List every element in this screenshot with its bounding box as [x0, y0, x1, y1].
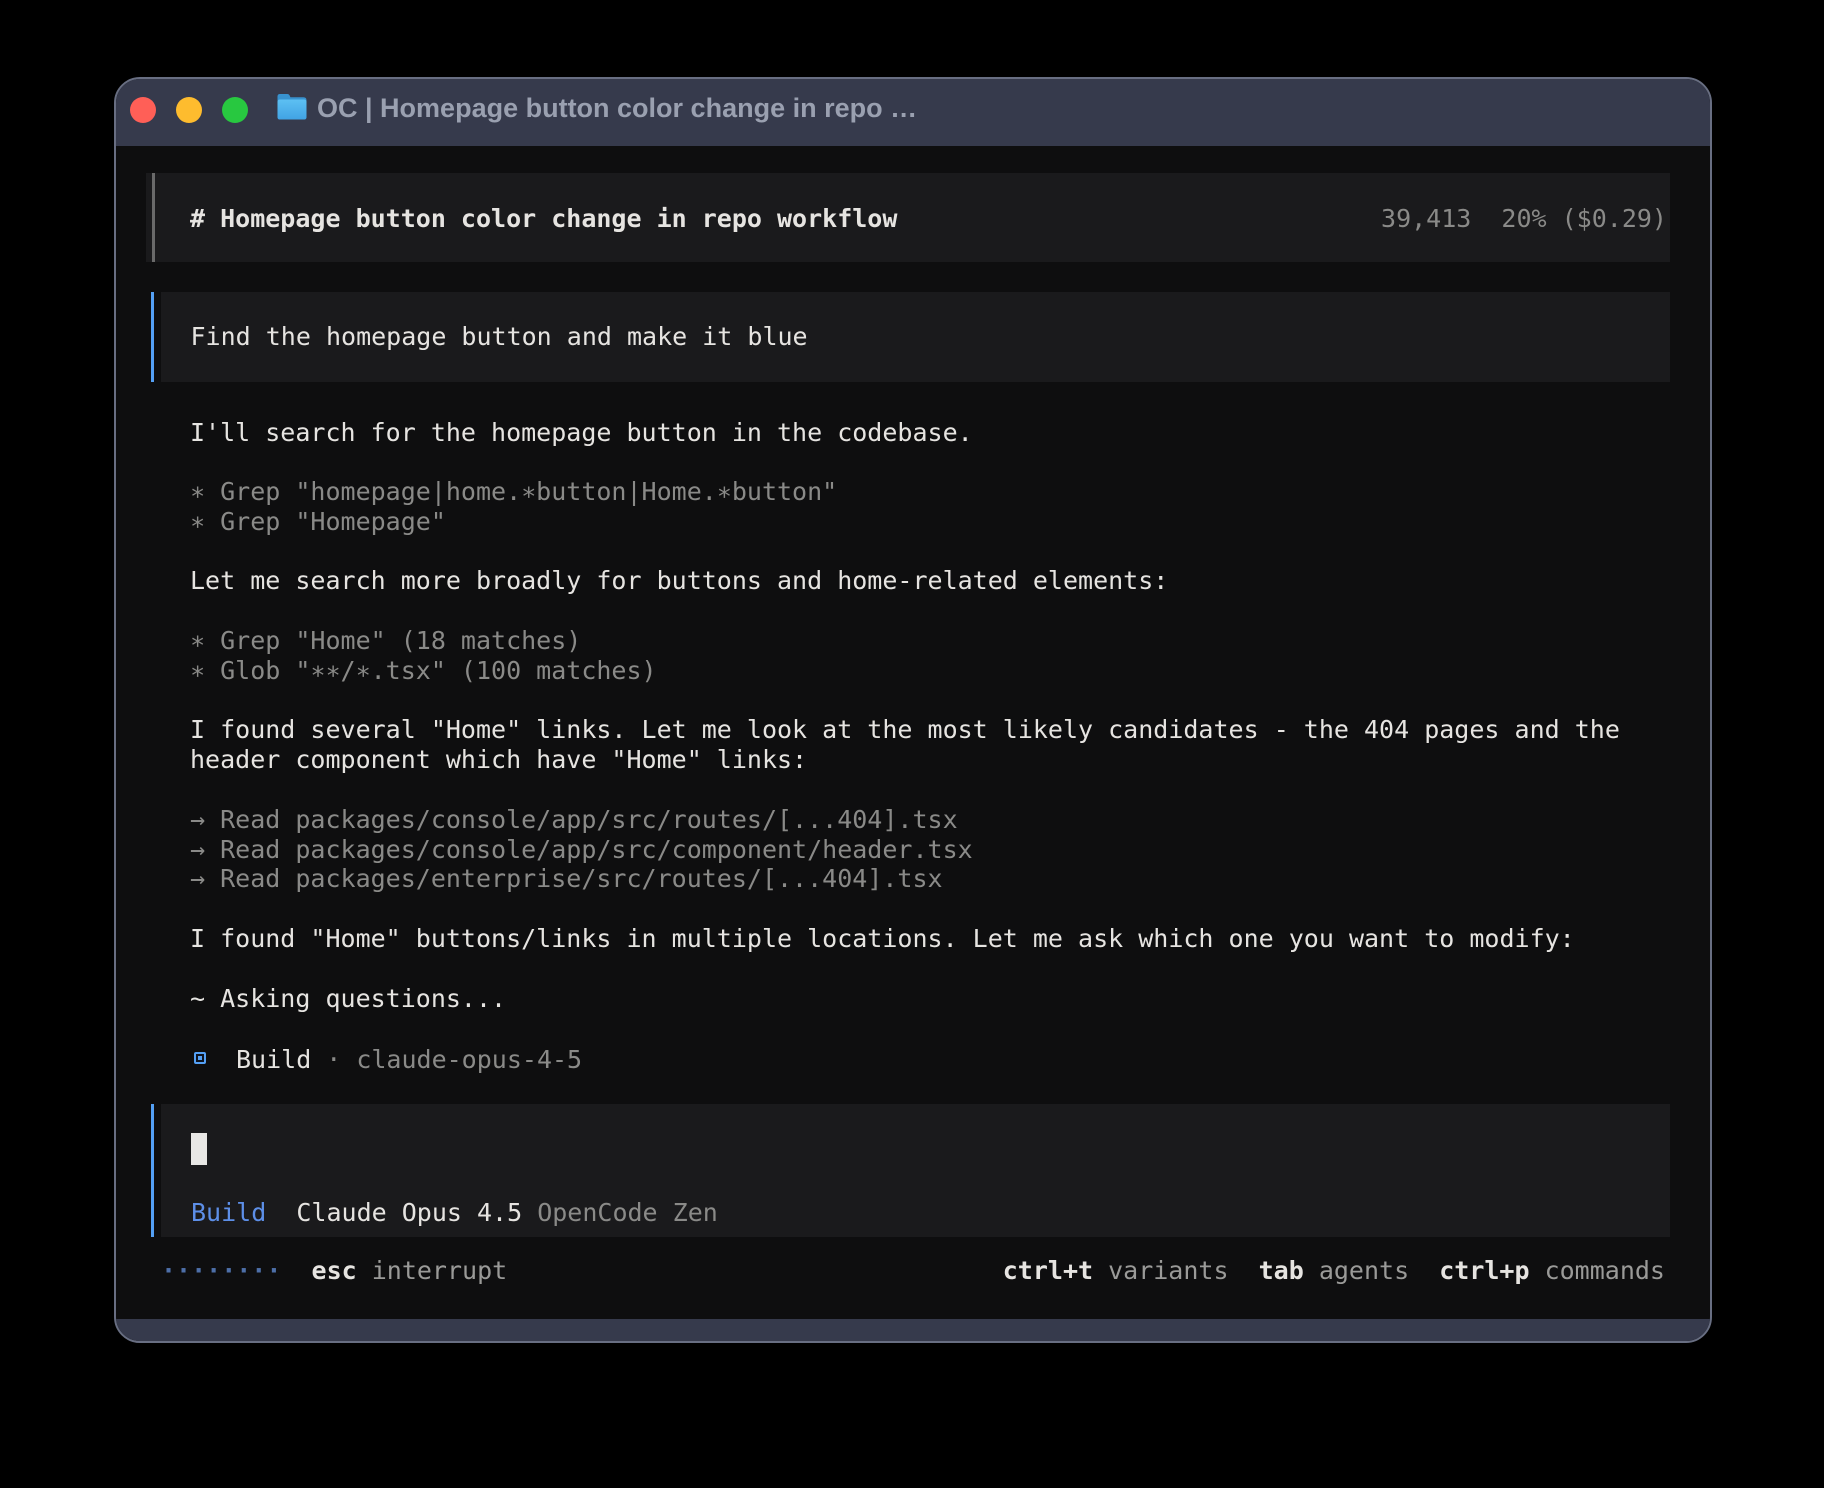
token-count: 39,413 — [1381, 204, 1471, 233]
input-model[interactable]: Claude Opus 4.5 — [296, 1198, 522, 1227]
status-bar-right: ctrl+t variants tab agents ctrl+p commands — [1003, 1256, 1665, 1286]
agent-name: Build — [236, 1045, 311, 1074]
transcript-line — [190, 596, 1620, 626]
hint-key-commands: ctrl+p — [1439, 1256, 1529, 1285]
hint-key-variants: ctrl+t — [1003, 1256, 1093, 1285]
transcript-line: ∗ Glob "∗∗/∗.tsx" (100 matches) — [190, 656, 1620, 686]
transcript-line: ~ Asking questions... — [190, 984, 1620, 1014]
hint-label-commands: commands — [1545, 1256, 1665, 1285]
transcript-line: I found several "Home" links. Let me loo… — [190, 715, 1620, 745]
user-message-text: Find the homepage button and make it blu… — [191, 322, 808, 352]
agent-model: claude-opus-4-5 — [356, 1045, 582, 1074]
agent-status-row: Build · claude-opus-4-5 — [190, 1047, 1090, 1077]
transcript-line: I'll search for the homepage button in t… — [190, 418, 1620, 448]
input-provider: OpenCode Zen — [537, 1198, 718, 1227]
assistant-transcript: I'll search for the homepage button in t… — [190, 418, 1620, 1014]
transcript-line: ∗ Grep "homepage|home.∗button|Home.∗butt… — [190, 477, 1620, 507]
context-cost: 20% ($0.29) — [1501, 204, 1667, 233]
prompt-input-border — [151, 1104, 154, 1237]
transcript-line — [190, 447, 1620, 477]
agent-icon — [194, 1052, 206, 1064]
transcript-line — [190, 537, 1620, 567]
transcript-line: header component which have "Home" links… — [190, 745, 1620, 775]
user-message-border — [151, 292, 154, 382]
hint-label-variants: variants — [1108, 1256, 1228, 1285]
minimize-button[interactable] — [176, 97, 202, 123]
terminal-window: OC | Homepage button color change in rep… — [114, 77, 1712, 1343]
transcript-line: ∗ Grep "Homepage" — [190, 507, 1620, 537]
text-cursor — [191, 1133, 207, 1165]
transcript-line: → Read packages/enterprise/src/routes/[.… — [190, 864, 1620, 894]
spinner-dots: ········ — [161, 1256, 281, 1285]
user-message: Find the homepage button and make it blu… — [161, 292, 1670, 382]
esc-label: interrupt — [372, 1256, 507, 1285]
session-header: # Homepage button color change in repo w… — [146, 173, 1670, 262]
hint-label-agents: agents — [1319, 1256, 1409, 1285]
transcript-line — [190, 686, 1620, 716]
session-meta: 39,413 20% ($0.29) — [1381, 204, 1667, 234]
transcript-line — [190, 775, 1620, 805]
close-button[interactable] — [130, 97, 156, 123]
transcript-line — [190, 894, 1620, 924]
transcript-line: → Read packages/console/app/src/componen… — [190, 835, 1620, 865]
status-bar-left: ········ esc interrupt — [161, 1256, 507, 1286]
titlebar[interactable]: OC | Homepage button color change in rep… — [116, 79, 1710, 146]
input-agent[interactable]: Build — [191, 1198, 266, 1227]
esc-key: esc — [312, 1256, 357, 1285]
transcript-line — [190, 954, 1620, 984]
window-bottom-chrome — [116, 1319, 1710, 1341]
transcript-line: → Read packages/console/app/src/routes/[… — [190, 805, 1620, 835]
transcript-line: ∗ Grep "Home" (18 matches) — [190, 626, 1620, 656]
folder-icon — [277, 93, 307, 125]
transcript-line: I found "Home" buttons/links in multiple… — [190, 924, 1620, 954]
session-header-border — [152, 173, 155, 262]
transcript-line: Let me search more broadly for buttons a… — [190, 566, 1620, 596]
prompt-input[interactable]: Build Claude Opus 4.5 OpenCode Zen — [161, 1104, 1670, 1237]
separator-dot: · — [326, 1045, 341, 1074]
window-title: OC | Homepage button color change in rep… — [317, 79, 917, 146]
zoom-button[interactable] — [222, 97, 248, 123]
hint-key-agents: tab — [1259, 1256, 1304, 1285]
model-row: Build Claude Opus 4.5 OpenCode Zen — [191, 1198, 718, 1228]
session-title: # Homepage button color change in repo w… — [190, 204, 897, 234]
